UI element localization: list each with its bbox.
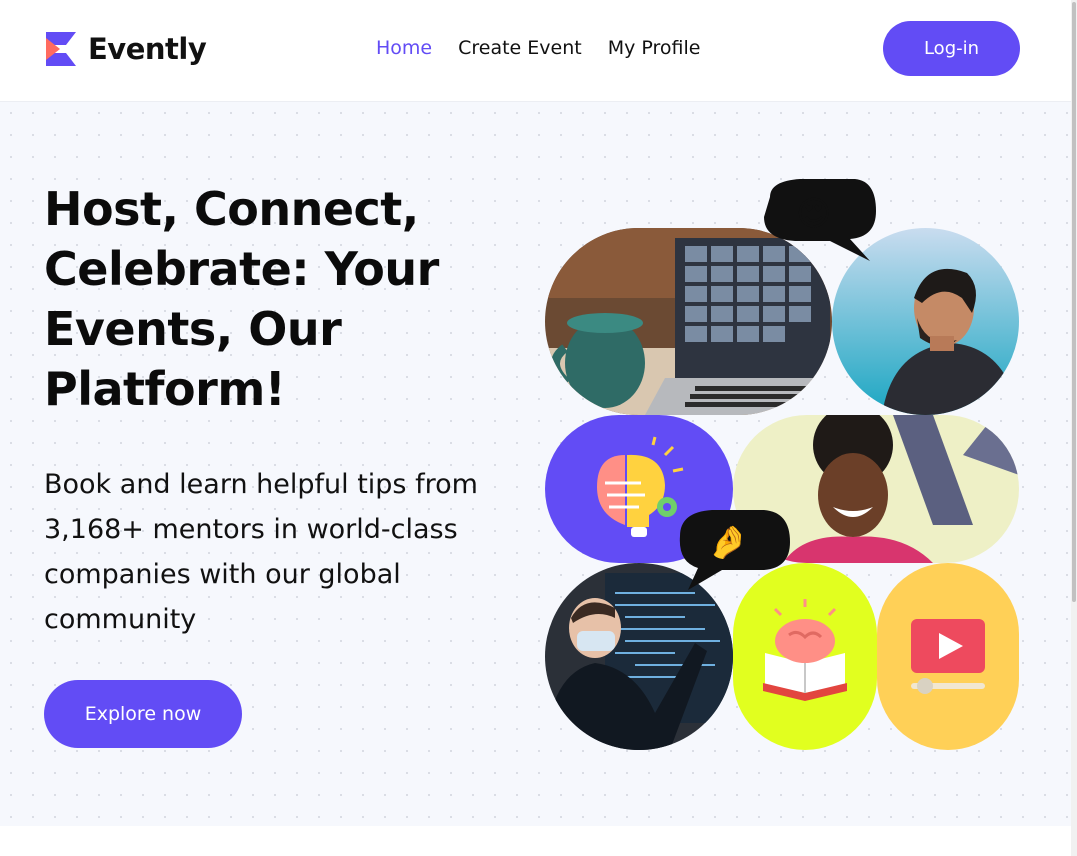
brain-book-tile xyxy=(733,563,877,750)
video-play-tile xyxy=(877,563,1019,750)
site-header: Evently Home Create Event My Profile Log… xyxy=(0,0,1071,102)
hero-section: Host, Connect, Celebrate: Your Events, O… xyxy=(0,102,1071,826)
evently-logo-icon xyxy=(46,32,76,66)
page-scrollbar[interactable] xyxy=(1071,0,1077,856)
speech-bubble-heart-eyes: 😍 xyxy=(760,177,878,261)
heart-eyes-emoji: 😍 xyxy=(796,194,832,234)
brain-book-icon xyxy=(763,599,847,701)
nav-my-profile[interactable]: My Profile xyxy=(608,37,701,59)
pinched-fingers-emoji: 🤌 xyxy=(708,523,748,561)
speech-bubble-pinched-fingers: 🤌 xyxy=(672,506,792,590)
presenter-masked-man-photo xyxy=(545,563,733,750)
brand-logo[interactable]: Evently xyxy=(44,30,207,68)
brand-name: Evently xyxy=(88,32,207,66)
nav-home[interactable]: Home xyxy=(376,37,432,59)
section-divider xyxy=(0,826,1071,856)
scrollbar-thumb[interactable] xyxy=(1072,2,1076,602)
video-play-icon xyxy=(911,619,985,694)
main-nav: Home Create Event My Profile xyxy=(376,37,726,59)
hero-collage: 😍 🤌 xyxy=(0,102,1071,826)
login-button[interactable]: Log-in xyxy=(883,21,1020,76)
nav-create-event[interactable]: Create Event xyxy=(458,37,582,59)
